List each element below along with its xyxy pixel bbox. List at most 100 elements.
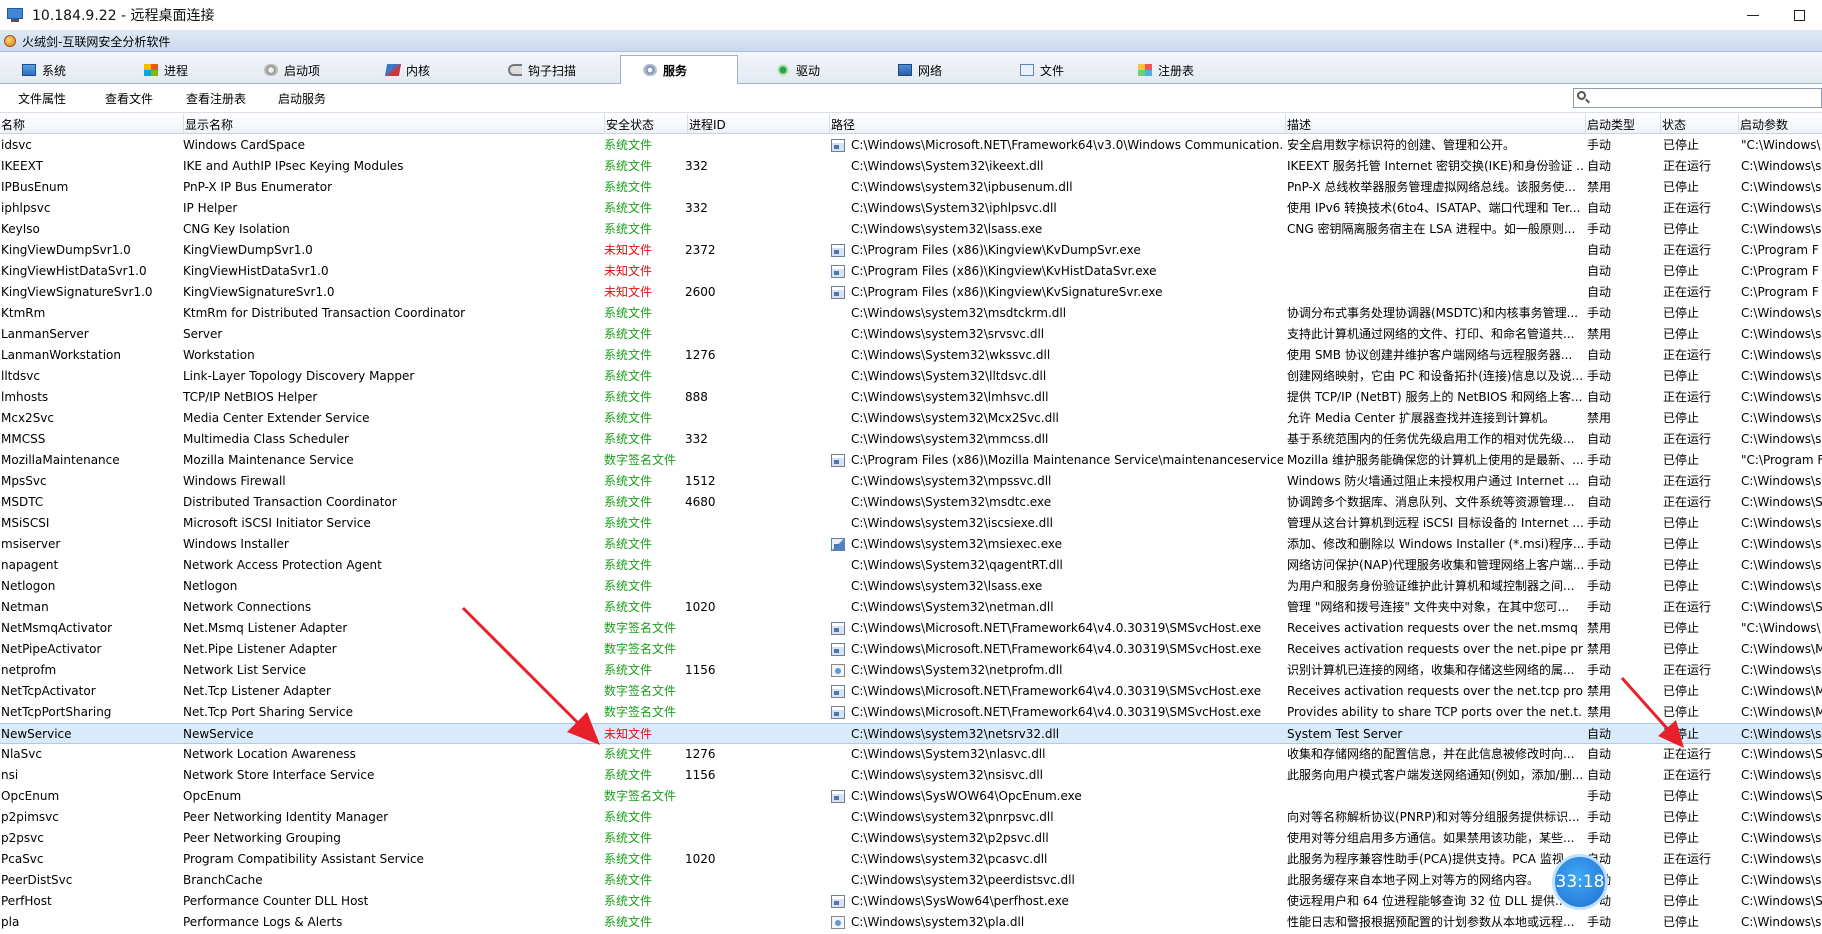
table-row[interactable]: msiserver Windows Installer 系统文件 C:\Windows… xyxy=(0,534,1822,555)
cell-path: C:\Windows\System32\wkssvc.dll xyxy=(851,348,1051,362)
cell-security-status: 系统文件 xyxy=(604,516,653,530)
table-row[interactable]: nsi Network Store Interface Service 系统文件 11… xyxy=(0,765,1822,786)
table-row[interactable]: NewService NewService 未知文件 C:\Windows\syste… xyxy=(0,723,1822,744)
cell-display-name: Multimedia Class Scheduler xyxy=(183,432,349,446)
cell-path: C:\Windows\system32\srvsvc.dll xyxy=(851,327,1045,341)
search-input[interactable] xyxy=(1573,88,1822,108)
table-row[interactable]: NetMsmqActivator Net.Msmq Listener Adapte… xyxy=(0,618,1822,639)
cell-status: 已停止 xyxy=(1663,558,1700,572)
start-service-button[interactable]: 启动服务 xyxy=(278,84,326,113)
tab-kernel[interactable]: 内核 xyxy=(364,56,482,84)
column-header-start-type[interactable]: 启动类型 xyxy=(1585,114,1660,134)
cell-status: 正在运行 xyxy=(1663,495,1712,509)
table-row[interactable]: Mcx2Svc Media Center Extender Service 系统文件… xyxy=(0,408,1822,429)
tab-startup[interactable]: 启动项 xyxy=(242,56,360,84)
cell-path: C:\Program Files (x86)\Kingview\KvDumpSv… xyxy=(851,243,1141,257)
maximize-button[interactable] xyxy=(1776,0,1822,31)
cell-start-type: 自动 xyxy=(1587,159,1612,173)
table-row[interactable]: MpsSvc Windows Firewall 系统文件 1512 C:\Windows… xyxy=(0,471,1822,492)
table-row[interactable]: PcaSvc Program Compatibility Assistant Se… xyxy=(0,849,1822,870)
column-header-path[interactable]: 路径 xyxy=(829,114,1285,134)
table-row[interactable]: NetTcpActivator Net.Tcp Listener Adapter 数… xyxy=(0,681,1822,702)
cell-pid xyxy=(685,534,825,555)
cell-start-type: 手动 xyxy=(1587,831,1612,845)
table-row[interactable]: Netlogon Netlogon 系统文件 C:\Windows\system32\… xyxy=(0,576,1822,597)
table-row[interactable]: KeyIso CNG Key Isolation 系统文件 C:\Windows\sy… xyxy=(0,219,1822,240)
tab-system[interactable]: 系统 xyxy=(0,56,118,84)
app-titlebar: 火绒剑-互联网安全分析软件 xyxy=(0,31,1822,52)
tab-registry[interactable]: 注册表 xyxy=(1116,56,1234,84)
tab-services[interactable]: 服务 xyxy=(620,55,738,85)
column-header-status[interactable]: 状态 xyxy=(1660,114,1738,134)
table-row[interactable]: napagent Network Access Protection Agent 系… xyxy=(0,555,1822,576)
table-row[interactable]: PeerDistSvc BranchCache 系统文件 C:\Windows\sys… xyxy=(0,870,1822,891)
cell-path: C:\Windows\system32\lmhsvc.dll xyxy=(851,390,1049,404)
tab-label: 文件 xyxy=(1040,63,1065,78)
cell-name: NlaSvc xyxy=(1,747,42,761)
tab-drivers[interactable]: 驱动 xyxy=(754,56,872,84)
table-row[interactable]: idsvc Windows CardSpace 系统文件 C:\Windows\Mic… xyxy=(0,135,1822,156)
view-file-button[interactable]: 查看文件 xyxy=(105,84,153,113)
table-row[interactable]: KingViewHistDataSvr1.0 KingViewHistDataSv… xyxy=(0,261,1822,282)
tab-network[interactable]: 网络 xyxy=(876,56,994,84)
cell-start-params: C:\Windows\s xyxy=(1741,432,1822,446)
table-row[interactable]: OpcEnum OpcEnum 数字签名文件 C:\Windows\SysWOW64\… xyxy=(0,786,1822,807)
column-header-name[interactable]: 名称 xyxy=(0,114,183,134)
cell-status: 已停止 xyxy=(1663,915,1700,929)
table-row[interactable]: lltdsvc Link-Layer Topology Discovery Map… xyxy=(0,366,1822,387)
cell-description: 网络访问保护(NAP)代理服务收集和管理网络上客户端... xyxy=(1287,558,1583,572)
tab-files[interactable]: 文件 xyxy=(998,56,1116,84)
cell-path: C:\Windows\system32\Mcx2Svc.dll xyxy=(851,411,1059,425)
cell-display-name: OpcEnum xyxy=(183,789,242,803)
table-row[interactable]: p2pimsvc Peer Networking Identity Manager… xyxy=(0,807,1822,828)
table-row[interactable]: Netman Network Connections 系统文件 1020 C:\Wind… xyxy=(0,597,1822,618)
view-registry-button[interactable]: 查看注册表 xyxy=(186,84,246,113)
cell-display-name: Distributed Transaction Coordinator xyxy=(183,495,397,509)
tab-hook-scan[interactable]: 钩子扫描 xyxy=(486,56,604,84)
table-row[interactable]: MSiSCSI Microsoft iSCSI Initiator Service… xyxy=(0,513,1822,534)
cell-description: Windows 防火墙通过阻止未授权用户通过 Internet ... xyxy=(1287,474,1580,488)
cell-security-status: 系统文件 xyxy=(604,180,653,194)
cell-start-params: C:\Program F xyxy=(1741,264,1819,278)
table-row[interactable]: KingViewSignatureSvr1.0 KingViewSignature… xyxy=(0,282,1822,303)
table-row[interactable]: netprofm Network List Service 系统文件 1156 C:\W… xyxy=(0,660,1822,681)
cell-security-status: 系统文件 xyxy=(604,348,653,362)
table-row[interactable]: p2psvc Peer Networking Grouping 系统文件 C:\Win… xyxy=(0,828,1822,849)
cell-path: C:\Windows\Microsoft.NET\Framework64\v4.… xyxy=(851,621,1262,635)
cell-path: C:\Windows\System32\qagentRT.dll xyxy=(851,558,1063,572)
table-row[interactable]: IPBusEnum PnP-X IP Bus Enumerator 系统文件 C:\W… xyxy=(0,177,1822,198)
cell-name: netprofm xyxy=(1,663,57,677)
column-header-description[interactable]: 描述 xyxy=(1285,114,1585,134)
file-properties-button[interactable]: 文件属性 xyxy=(18,84,66,113)
column-header-pid[interactable]: 进程ID xyxy=(687,114,829,134)
clock-badge[interactable]: 33:18 xyxy=(1552,854,1608,910)
table-row[interactable]: PerfHost Performance Counter DLL Host 系统文件… xyxy=(0,891,1822,912)
cell-path: C:\Windows\System32\nlasvc.dll xyxy=(851,747,1046,761)
tab-process[interactable]: 进程 xyxy=(122,56,240,84)
column-header-display-name[interactable]: 显示名称 xyxy=(183,114,604,134)
table-row[interactable]: pla Performance Logs & Alerts 系统文件 C:\Windo… xyxy=(0,912,1822,933)
cell-security-status: 系统文件 xyxy=(604,474,653,488)
table-row[interactable]: NetTcpPortSharing Net.Tcp Port Sharing Se… xyxy=(0,702,1822,723)
cell-display-name: TCP/IP NetBIOS Helper xyxy=(183,390,318,404)
table-row[interactable]: MozillaMaintenance Mozilla Maintenance Se… xyxy=(0,450,1822,471)
table-row[interactable]: LanmanServer Server 系统文件 C:\Windows\system3… xyxy=(0,324,1822,345)
table-row[interactable]: MSDTC Distributed Transaction Coordinator… xyxy=(0,492,1822,513)
table-row[interactable]: lmhosts TCP/IP NetBIOS Helper 系统文件 888 C:\Wi… xyxy=(0,387,1822,408)
app-title: 火绒剑-互联网安全分析软件 xyxy=(22,34,171,49)
table-row[interactable]: iphlpsvc IP Helper 系统文件 332 C:\Windows\Syste… xyxy=(0,198,1822,219)
table-row[interactable]: NlaSvc Network Location Awareness 系统文件 1276… xyxy=(0,744,1822,765)
cell-start-type: 自动 xyxy=(1587,495,1612,509)
column-header-start-params[interactable]: 启动参数 xyxy=(1738,114,1822,134)
table-row[interactable]: LanmanWorkstation Workstation 系统文件 1276 C:\W… xyxy=(0,345,1822,366)
table-row[interactable]: KingViewDumpSvr1.0 KingViewDumpSvr1.0 未知文件… xyxy=(0,240,1822,261)
cell-security-status: 数字签名文件 xyxy=(604,621,677,635)
table-row[interactable]: KtmRm KtmRm for Distributed Transaction C… xyxy=(0,303,1822,324)
table-row[interactable]: IKEEXT IKE and AuthIP IPsec Keying Module… xyxy=(0,156,1822,177)
minimize-button[interactable] xyxy=(1730,0,1776,31)
cell-path: C:\Windows\Microsoft.NET\Framework64\v3.… xyxy=(851,138,1283,152)
table-row[interactable]: NetPipeActivator Net.Pipe Listener Adapte… xyxy=(0,639,1822,660)
column-header-security[interactable]: 安全状态 xyxy=(604,114,687,134)
cell-pid xyxy=(685,555,825,576)
table-row[interactable]: MMCSS Multimedia Class Scheduler 系统文件 332 C:… xyxy=(0,429,1822,450)
